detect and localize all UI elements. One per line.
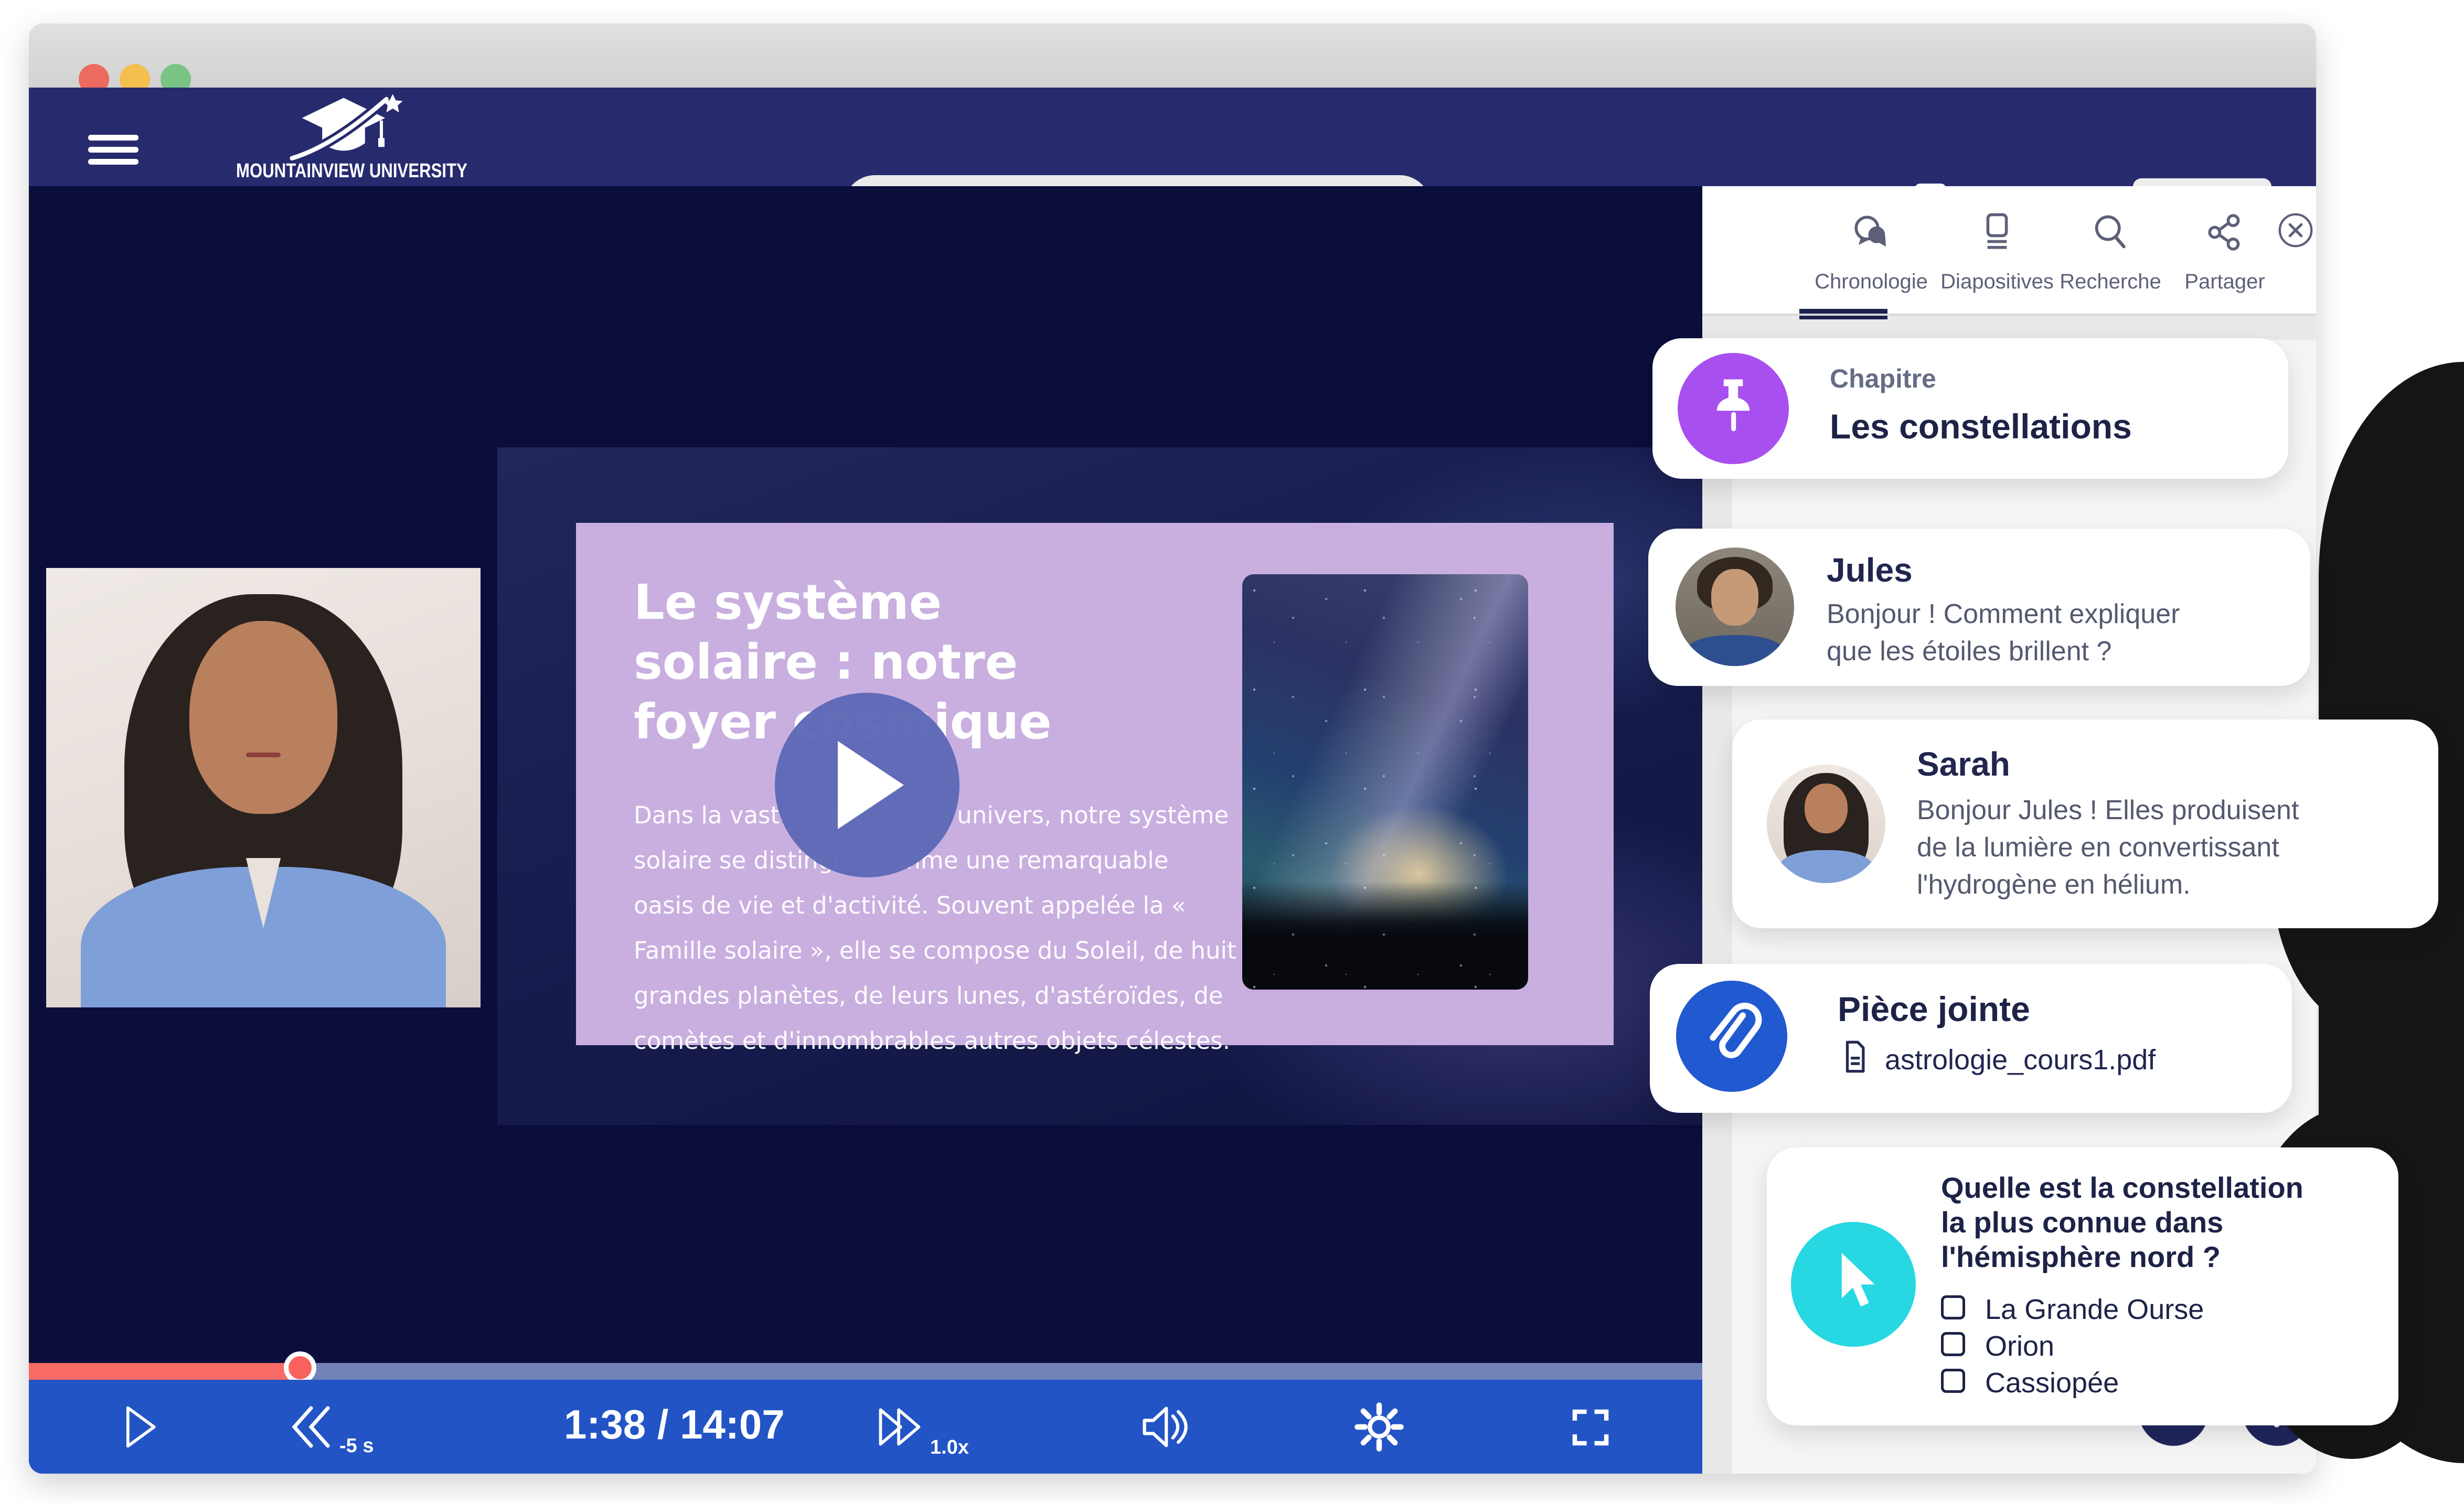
timeline-card-attachment[interactable]: Pièce jointe astrologie_cours1.pdf <box>1650 964 2292 1113</box>
sidebar-tab-strip: Chronologie Diapositives Recherch <box>1702 186 2316 314</box>
rewind-5s-button[interactable] <box>285 1401 337 1453</box>
timeline-card-quiz[interactable]: Quelle est la constellation la plus conn… <box>1767 1147 2398 1425</box>
paperclip-icon <box>1697 1002 1766 1071</box>
video-player[interactable]: Le système solaire : notre foyer cosmiqu… <box>29 186 1702 1474</box>
close-icon[interactable] <box>2277 211 2314 249</box>
app-screenshot: MOUNTAINVIEW UNIVERSITY Ajouter du conte… <box>0 0 2464 1503</box>
tab-recherche[interactable]: Recherche <box>2053 202 2168 307</box>
settings-gear-button[interactable] <box>1352 1400 1406 1454</box>
attachment-label: Pièce jointe <box>1838 989 2030 1029</box>
tab-diapositives[interactable]: Diapositives <box>1939 202 2055 307</box>
author-name: Jules <box>1827 551 1913 589</box>
play-button[interactable] <box>113 1402 163 1452</box>
search-tab-icon <box>2089 211 2131 253</box>
tab-partager[interactable]: Partager <box>2167 202 2282 307</box>
play-icon <box>831 738 910 832</box>
share-icon <box>2204 211 2246 253</box>
progress-bar[interactable] <box>29 1363 1702 1380</box>
document-icon <box>1838 1039 1872 1074</box>
message-text: Bonjour Jules ! Elles produisent de la l… <box>1917 792 2299 904</box>
university-logo: MOUNTAINVIEW UNIVERSITY <box>212 92 475 184</box>
quiz-option-checkbox[interactable] <box>1941 1332 1965 1356</box>
menu-hamburger-button[interactable] <box>88 135 138 165</box>
chapter-badge <box>1678 353 1789 464</box>
slides-icon <box>1976 211 2018 253</box>
message-text: Bonjour ! Comment expliquer que les étoi… <box>1827 596 2180 670</box>
player-controls: -5 s 1:38 / 14:07 1.0x <box>29 1380 1702 1474</box>
quiz-question: Quelle est la constellation la plus conn… <box>1941 1171 2303 1274</box>
progress-handle[interactable] <box>284 1351 316 1384</box>
avatar-sarah <box>1767 765 1885 883</box>
play-overlay-button[interactable] <box>775 693 959 877</box>
timeline-card-message-sarah[interactable]: Sarah Bonjour Jules ! Elles produisent d… <box>1732 720 2438 928</box>
presenter-webcam-video <box>46 568 481 1007</box>
progress-fill <box>29 1363 300 1380</box>
attachment-badge <box>1676 981 1787 1092</box>
avatar-jules <box>1676 547 1794 666</box>
quiz-badge <box>1791 1222 1916 1347</box>
rewind-label: -5 s <box>339 1435 374 1457</box>
cursor-icon <box>1818 1247 1892 1321</box>
app-header: MOUNTAINVIEW UNIVERSITY Ajouter du conte… <box>29 88 2316 186</box>
slide-panel: Le système solaire : notre foyer cosmiqu… <box>576 523 1614 1045</box>
window-titlebar <box>29 24 2316 88</box>
quiz-option-checkbox[interactable] <box>1941 1295 1965 1319</box>
timeline-card-chapter[interactable]: Chapitre Les constellations <box>1652 338 2288 479</box>
time-display: 1:38 / 14:07 <box>564 1401 785 1448</box>
chat-bubbles-icon <box>1850 211 1892 253</box>
speed-button[interactable] <box>873 1402 926 1452</box>
logo-text: MOUNTAINVIEW UNIVERSITY <box>236 160 451 182</box>
volume-button[interactable] <box>1136 1400 1190 1454</box>
chapter-label: Chapitre <box>1830 363 1936 394</box>
attachment-filename[interactable]: astrologie_cours1.pdf <box>1885 1044 2156 1076</box>
speed-label: 1.0x <box>930 1436 969 1459</box>
fullscreen-button[interactable] <box>1566 1403 1615 1452</box>
graduation-cap-icon <box>281 93 407 162</box>
tab-chronologie[interactable]: Chronologie <box>1814 202 1929 307</box>
chapter-title: Les constellations <box>1830 406 2132 446</box>
tab-divider <box>1702 314 2316 316</box>
milky-way-photo <box>1242 574 1528 990</box>
timeline-card-message-jules[interactable]: Jules Bonjour ! Comment expliquer que le… <box>1648 529 2310 686</box>
author-name: Sarah <box>1917 745 2010 783</box>
pushpin-icon <box>1699 374 1767 442</box>
quiz-option-checkbox[interactable] <box>1941 1369 1965 1393</box>
